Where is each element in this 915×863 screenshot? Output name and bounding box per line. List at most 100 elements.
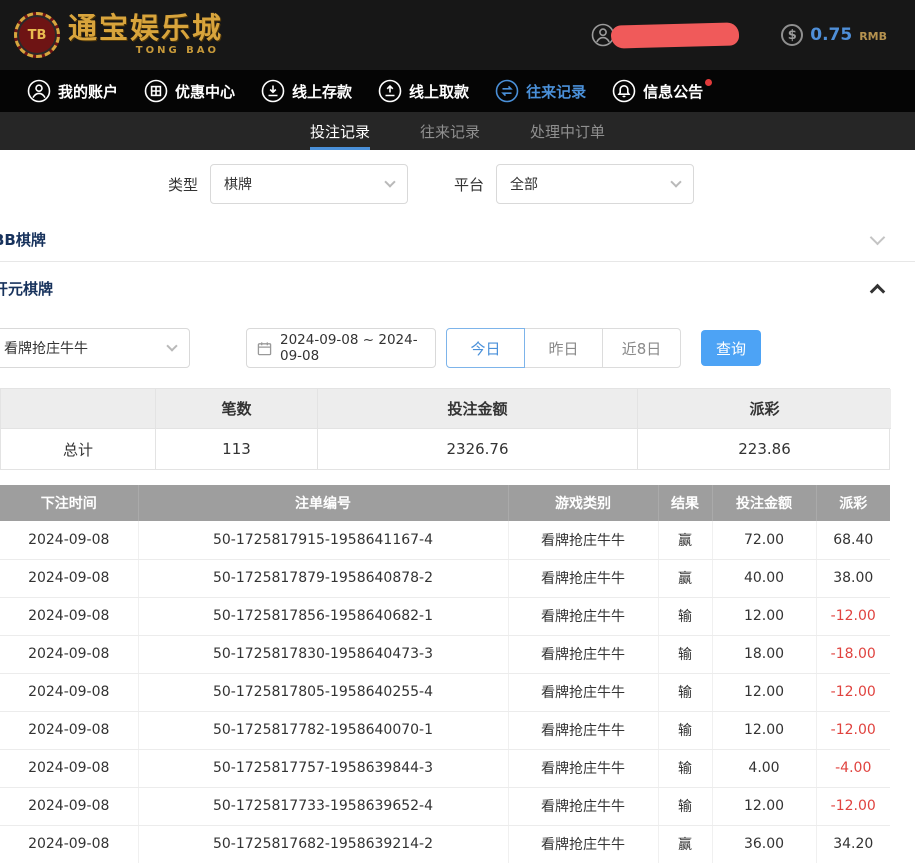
logo-subtitle: TONG BAO: [68, 46, 223, 56]
nav-item-records[interactable]: 往来记录: [482, 70, 599, 112]
nav-item-deposit[interactable]: 线上存款: [248, 70, 365, 112]
cell-bet-time: 2024-09-08: [0, 597, 138, 635]
cell-result: 输: [658, 597, 712, 635]
cell-payout: -18.00: [816, 635, 890, 673]
bet-table: 下注时间 注单编号 游戏类别 结果 投注金额 派彩 2024-09-08 50-…: [0, 485, 890, 863]
cell-bet-id: 50-1725817856-1958640682-1: [138, 597, 508, 635]
search-button[interactable]: 查询: [701, 330, 761, 366]
balance[interactable]: $ 0.75 RMB: [781, 24, 887, 46]
table-row[interactable]: 2024-09-08 50-1725817805-1958640255-4 看牌…: [0, 673, 890, 711]
cell-game-type: 看牌抢庄牛牛: [508, 521, 658, 559]
cell-bet-amount: 12.00: [712, 787, 816, 825]
cell-result: 输: [658, 673, 712, 711]
table-row[interactable]: 2024-09-08 50-1725817879-1958640878-2 看牌…: [0, 559, 890, 597]
date-range-picker[interactable]: 2024-09-08 ~ 2024-09-08: [246, 328, 436, 368]
cell-result: 输: [658, 749, 712, 787]
cell-bet-time: 2024-09-08: [0, 673, 138, 711]
cell-bet-time: 2024-09-08: [0, 635, 138, 673]
col-bet-time: 下注时间: [0, 485, 138, 521]
nav-item-withdraw[interactable]: 线上取款: [365, 70, 482, 112]
cell-bet-amount: 72.00: [712, 521, 816, 559]
nav-label: 往来记录: [526, 81, 586, 102]
cell-bet-time: 2024-09-08: [0, 711, 138, 749]
nav-label: 线上取款: [409, 81, 469, 102]
cell-result: 输: [658, 635, 712, 673]
cell-game-type: 看牌抢庄牛牛: [508, 749, 658, 787]
chevron-up-icon: [870, 283, 886, 299]
top-header: TB 通宝娱乐城 TONG BAO $ 0.75 RMB: [0, 0, 915, 70]
logo-chip-icon: TB: [14, 12, 60, 58]
cell-result: 赢: [658, 825, 712, 863]
nav-item-my-account[interactable]: 我的账户: [14, 70, 131, 112]
platform-label: 平台: [454, 174, 484, 195]
nav-label: 我的账户: [58, 81, 118, 102]
type-select[interactable]: 棋牌: [210, 164, 408, 204]
last-8-days-button[interactable]: 近8日: [602, 328, 681, 368]
account-icon: [27, 79, 51, 103]
nav-item-promotions[interactable]: 优惠中心: [131, 70, 248, 112]
tab-bet-records[interactable]: 投注记录: [310, 112, 370, 150]
table-row[interactable]: 2024-09-08 50-1725817856-1958640682-1 看牌…: [0, 597, 890, 635]
cell-bet-id: 50-1725817682-1958639214-2: [138, 825, 508, 863]
game-select-value: 看牌抢庄牛牛: [4, 338, 88, 358]
calendar-icon: [257, 341, 272, 356]
cell-bet-time: 2024-09-08: [0, 559, 138, 597]
summary-header-empty: [1, 389, 156, 429]
logo-title: 通宝娱乐城: [68, 14, 223, 43]
query-controls: 看牌抢庄牛牛 2024-09-08 ~ 2024-09-08 今日 昨日 近8日…: [0, 328, 915, 368]
summary-total-label: 总计: [1, 429, 156, 469]
platform-select[interactable]: 全部: [496, 164, 694, 204]
cell-game-type: 看牌抢庄牛牛: [508, 825, 658, 863]
cell-bet-id: 50-1725817782-1958640070-1: [138, 711, 508, 749]
cell-bet-id: 50-1725817915-1958641167-4: [138, 521, 508, 559]
promo-icon: [144, 79, 168, 103]
bell-icon: [612, 79, 636, 103]
table-row[interactable]: 2024-09-08 50-1725817733-1958639652-4 看牌…: [0, 787, 890, 825]
table-row[interactable]: 2024-09-08 50-1725817682-1958639214-2 看牌…: [0, 825, 890, 863]
summary-header-payout: 派彩: [638, 389, 891, 429]
summary-table: 笔数 投注金额 派彩 总计 113 2326.76 223.86: [0, 388, 890, 470]
logo[interactable]: TB 通宝娱乐城 TONG BAO: [14, 12, 223, 58]
game-select[interactable]: 看牌抢庄牛牛: [0, 328, 190, 368]
date-range-value: 2024-09-08 ~ 2024-09-08: [280, 332, 425, 364]
chevron-down-icon: [166, 340, 177, 351]
bet-table-header-row: 下注时间 注单编号 游戏类别 结果 投注金额 派彩: [0, 485, 890, 521]
cell-bet-amount: 12.00: [712, 673, 816, 711]
type-select-value: 棋牌: [224, 174, 252, 194]
section-title: BB棋牌: [0, 229, 46, 250]
cell-game-type: 看牌抢庄牛牛: [508, 673, 658, 711]
table-row[interactable]: 2024-09-08 50-1725817915-1958641167-4 看牌…: [0, 521, 890, 559]
section-bb-chess[interactable]: BB棋牌: [0, 218, 915, 262]
platform-select-value: 全部: [510, 174, 538, 194]
table-row[interactable]: 2024-09-08 50-1725817782-1958640070-1 看牌…: [0, 711, 890, 749]
cell-payout: -4.00: [816, 749, 890, 787]
nav-item-announcements[interactable]: 信息公告: [599, 70, 716, 112]
summary-header-row: 笔数 投注金额 派彩: [1, 389, 889, 429]
user-account[interactable]: [591, 23, 739, 47]
cell-game-type: 看牌抢庄牛牛: [508, 711, 658, 749]
type-label: 类型: [168, 174, 198, 195]
summary-payout-value: 223.86: [638, 429, 891, 469]
record-subtabs: 投注记录 往来记录 处理中订单: [0, 112, 915, 150]
summary-amount-value: 2326.76: [318, 429, 638, 469]
table-row[interactable]: 2024-09-08 50-1725817830-1958640473-3 看牌…: [0, 635, 890, 673]
section-kaiyuan-chess[interactable]: 开元棋牌: [0, 262, 915, 314]
yesterday-button[interactable]: 昨日: [524, 328, 603, 368]
today-button[interactable]: 今日: [446, 328, 525, 368]
dollar-icon: $: [781, 24, 803, 46]
cell-bet-amount: 12.00: [712, 597, 816, 635]
username-redaction: [611, 22, 740, 48]
cell-bet-time: 2024-09-08: [0, 521, 138, 559]
cell-payout: -12.00: [816, 673, 890, 711]
tab-transaction-records[interactable]: 往来记录: [420, 112, 480, 150]
deposit-icon: [261, 79, 285, 103]
tab-processing-orders[interactable]: 处理中订单: [530, 112, 605, 150]
chevron-down-icon: [670, 176, 681, 187]
withdraw-icon: [378, 79, 402, 103]
cell-bet-time: 2024-09-08: [0, 787, 138, 825]
nav-label: 线上存款: [292, 81, 352, 102]
cell-bet-amount: 4.00: [712, 749, 816, 787]
summary-header-amount: 投注金额: [318, 389, 638, 429]
bet-table-body: 2024-09-08 50-1725817915-1958641167-4 看牌…: [0, 521, 890, 863]
table-row[interactable]: 2024-09-08 50-1725817757-1958639844-3 看牌…: [0, 749, 890, 787]
